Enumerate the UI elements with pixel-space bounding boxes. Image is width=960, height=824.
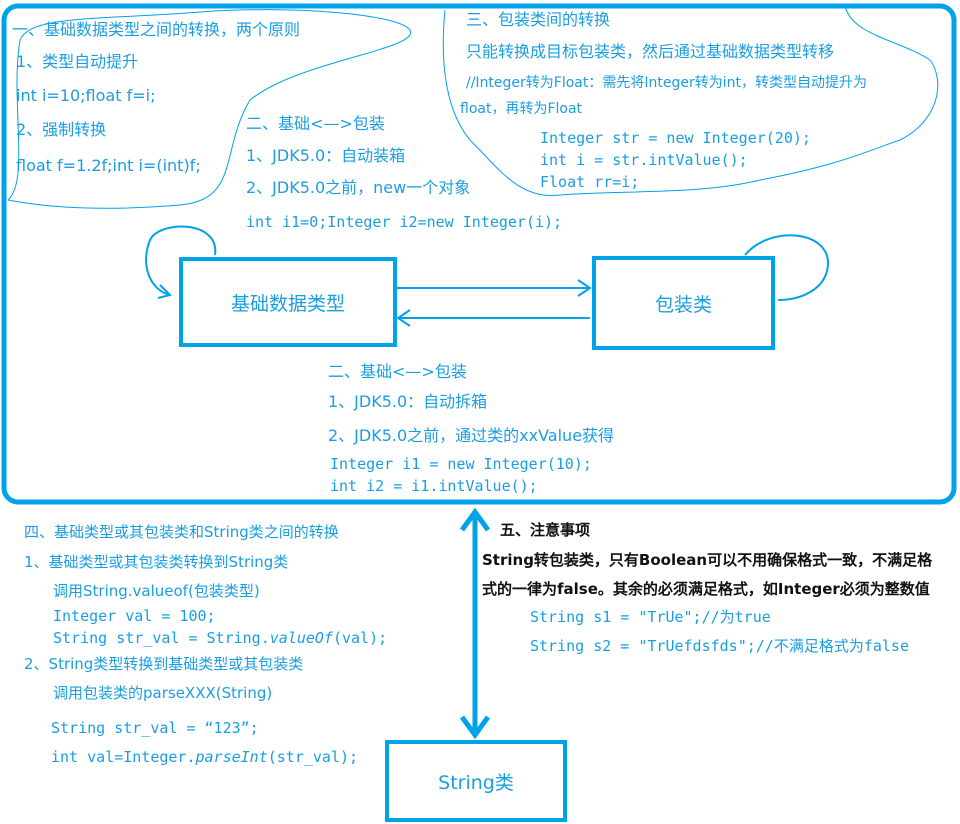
section5-code-line: String s2 = "TrUefdsfds";//不满足格式为false	[530, 637, 909, 655]
code-text: (str_val);	[267, 748, 359, 766]
section5-line1: String转包装类，只有Boolean可以不用确保格式一致，不满足格	[482, 551, 933, 569]
code-method: parseInt	[195, 748, 268, 766]
section1-item1: 1、类型自动提升	[16, 52, 139, 71]
code-method: valueOf	[269, 629, 333, 647]
section4-item1: 1、基础类型或其包装类转换到String类	[24, 553, 289, 571]
arrow-string-wrapper	[459, 507, 491, 740]
section2b-code-line: Integer i1 = new Integer(10);	[330, 455, 592, 473]
section2b-item2: 2、JDK5.0之前，通过类的xxValue获得	[328, 426, 615, 445]
section4-code1b: String str_val = String.valueOf(val);	[53, 628, 387, 648]
section2b-code-line: int i2 = i1.intValue();	[330, 477, 538, 495]
arrow-primitive-to-wrapper	[397, 279, 592, 297]
section2a-item1: 1、JDK5.0：自动装箱	[246, 146, 406, 165]
section2a-item2: 2、JDK5.0之前，new一个对象	[246, 178, 471, 197]
section2a-title: 二、基础<—>包装	[246, 114, 385, 133]
arrow-wrapper-to-primitive	[396, 309, 590, 327]
string-class-box: String类	[385, 740, 567, 822]
section3-code-line: Integer str = new Integer(20);	[540, 129, 811, 147]
section4-code2b: int val=Integer.parseInt(str_val);	[51, 747, 358, 767]
section3-code-line: Float rr=i;	[540, 173, 640, 191]
section5-code-line: String s1 = "TrUe";//为true	[530, 608, 771, 626]
section1-item2: 2、强制转换	[16, 120, 107, 139]
section5-line2: 式的一律为false。其余的必须满足格式，如Integer必须为整数值	[482, 580, 930, 598]
section1-code2: float f=1.2f;int i=(int)f;	[16, 156, 201, 175]
section4-code2a: String str_val = “123”;	[51, 719, 259, 737]
section2a-code: int i1=0;Integer i2=new Integer(i);	[246, 213, 563, 231]
section3-title: 三、包装类间的转换	[466, 10, 611, 29]
code-text: int val=Integer.	[51, 748, 196, 766]
section3-desc: 只能转换成目标包装类，然后通过基础数据类型转移	[466, 42, 835, 61]
section1-title: 一、基础数据类型之间的转换，两个原则	[12, 20, 301, 39]
wrapper-class-box: 包装类	[592, 256, 775, 350]
code-text: (val);	[332, 629, 388, 647]
primitive-type-box: 基础数据类型	[179, 257, 397, 347]
section4-call2: 调用包装类的parseXXX(String)	[53, 684, 273, 702]
section4-title: 四、基础类型或其包装类和String类之间的转换	[24, 523, 339, 541]
section2b-title: 二、基础<—>包装	[328, 362, 467, 381]
section2b-item1: 1、JDK5.0：自动拆箱	[328, 392, 488, 411]
diagram-canvas: 基础数据类型 包装类 String类 一、基础数据类型之间的转换，两个原则 1、…	[0, 0, 960, 824]
section1-code1: int i=10;float f=i;	[16, 86, 156, 105]
section5-title: 五、注意事项	[500, 521, 591, 539]
section3-code-line: int i = str.intValue();	[540, 151, 748, 169]
section3-comment1: //Integer转为Float：需先将Integer转为int，转类型自动提升…	[466, 75, 867, 91]
section3-comment2: float，再转为Float	[460, 101, 583, 117]
section4-call1: 调用String.valueof(包装类型)	[53, 582, 260, 600]
section4-code1a: Integer val = 100;	[53, 607, 216, 625]
code-text: String str_val = String.	[53, 629, 270, 647]
section4-item2: 2、String类型转换到基础类型或其包装类	[24, 655, 304, 673]
